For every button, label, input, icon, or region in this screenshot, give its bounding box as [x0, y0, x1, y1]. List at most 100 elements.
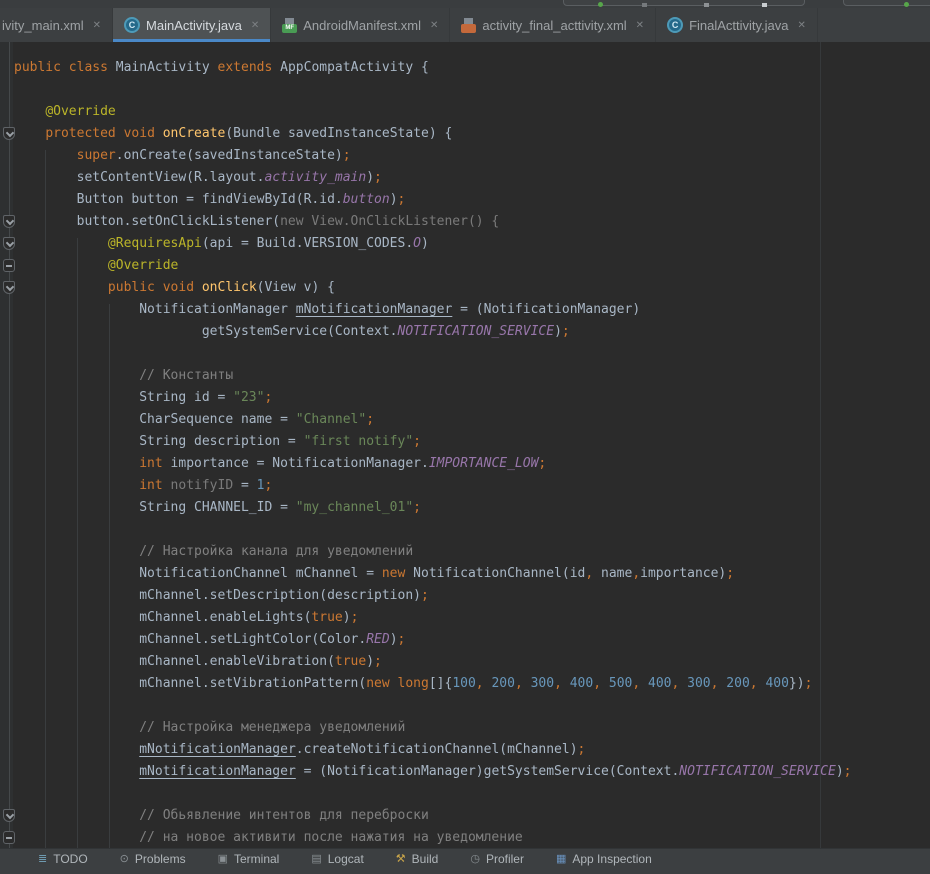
fold-open-icon[interactable]: [3, 281, 15, 294]
fold-open-icon[interactable]: [3, 237, 15, 250]
code-line-33: mNotificationManager = (NotificationMana…: [14, 761, 930, 783]
toolbar-tick-icon: [762, 3, 767, 7]
code-token: ): [390, 632, 398, 647]
run-configuration-widget[interactable]: [563, 0, 805, 6]
code-line-25: mChannel.setDescription(description);: [14, 585, 930, 607]
code-token: [14, 236, 108, 251]
code-token: String CHANNEL_ID =: [14, 500, 296, 515]
code-area[interactable]: public class MainActivity extends AppCom…: [14, 42, 930, 849]
code-token: []{: [429, 676, 452, 691]
close-icon[interactable]: ✕: [251, 20, 259, 31]
java-class-icon: C: [124, 17, 140, 33]
code-token: [523, 676, 531, 691]
code-line-21: String CHANNEL_ID = "my_channel_01";: [14, 497, 930, 519]
code-token: ;: [413, 500, 421, 515]
fold-open-icon[interactable]: [3, 809, 15, 822]
code-token: ,: [476, 676, 484, 691]
toolbar-tick-icon: [642, 3, 647, 7]
code-token: // Обьявление интентов для переброски: [14, 808, 429, 823]
code-token: 300: [687, 676, 710, 691]
code-token: NotificationManager: [14, 302, 296, 317]
code-token: class: [69, 60, 108, 75]
code-token: [14, 456, 139, 471]
file-band-shape: MF: [282, 24, 297, 33]
tab-label: FinalActtivity.java: [689, 18, 788, 33]
editor: public class MainActivity extends AppCom…: [0, 42, 930, 848]
tool-window-button-terminal[interactable]: ▣Terminal: [218, 852, 280, 866]
close-icon[interactable]: ✕: [430, 20, 438, 31]
code-token: "Channel": [296, 412, 366, 427]
code-token: NOTIFICATION_SERVICE: [398, 324, 555, 339]
code-token: ): [390, 192, 398, 207]
code-token: [14, 126, 45, 141]
tool-window-button-todo[interactable]: ≣TODO: [38, 852, 88, 866]
tool-window-button-logcat[interactable]: ▤Logcat: [311, 852, 363, 866]
code-token: 500: [609, 676, 632, 691]
tab-MainActivity.java[interactable]: CMainActivity.java✕: [113, 8, 271, 42]
code-line-15: // Константы: [14, 365, 930, 387]
code-token: ,: [632, 676, 640, 691]
code-token: mChannel.setDescription(description): [14, 588, 421, 603]
code-token: ;: [351, 610, 359, 625]
code-line-3: @Override: [14, 101, 930, 123]
code-token: @Override: [45, 104, 115, 119]
code-token: (Bundle savedInstanceState) {: [225, 126, 452, 141]
tab-FinalActtivity.java[interactable]: CFinalActtivity.java✕: [656, 8, 818, 42]
close-icon[interactable]: ✕: [93, 20, 101, 31]
code-line-30: [14, 695, 930, 717]
tab-ivity_main.xml[interactable]: ivity_main.xml ✕: [0, 8, 113, 42]
tab-activity_final_acttivity.xml[interactable]: activity_final_acttivity.xml✕: [450, 8, 656, 42]
tab-label: ivity_main.xml: [2, 18, 84, 33]
gutter-separator: [9, 42, 10, 848]
fold-open-icon[interactable]: [3, 127, 15, 140]
close-icon[interactable]: ✕: [636, 20, 644, 31]
code-token: new: [366, 676, 389, 691]
code-line-19: int importance = NotificationManager.IMP…: [14, 453, 930, 475]
tool-window-button-app-inspection[interactable]: ▦App Inspection: [556, 852, 652, 866]
code-token: onClick: [202, 280, 257, 295]
code-token: mChannel.setLightColor(Color.: [14, 632, 366, 647]
tool-window-label: App Inspection: [572, 852, 651, 866]
code-token: true: [311, 610, 342, 625]
code-token: ,: [632, 566, 640, 581]
tool-window-button-problems[interactable]: ⊙Problems: [120, 852, 186, 866]
code-token: ;: [538, 456, 546, 471]
code-token: CharSequence name =: [14, 412, 296, 427]
code-token: new: [382, 566, 405, 581]
code-token: MainActivity: [108, 60, 218, 75]
fold-closed-icon[interactable]: [3, 259, 15, 272]
code-token: ;: [343, 148, 351, 163]
code-token: NOTIFICATION_SERVICE: [679, 764, 836, 779]
code-line-18: String description = "first notify";: [14, 431, 930, 453]
code-line-7: Button button = findViewById(R.id.button…: [14, 189, 930, 211]
code-token: ;: [578, 742, 586, 757]
tool-window-button-profiler[interactable]: ◷Profiler: [470, 852, 524, 866]
code-line-16: String id = "23";: [14, 387, 930, 409]
tab-AndroidManifest.xml[interactable]: MFAndroidManifest.xml✕: [271, 8, 450, 42]
code-token: ;: [398, 632, 406, 647]
device-widget[interactable]: [843, 0, 930, 6]
code-token: [155, 280, 163, 295]
fold-open-icon[interactable]: [3, 215, 15, 228]
code-token: int: [139, 478, 162, 493]
code-token: ;: [398, 192, 406, 207]
code-token: (View v) {: [257, 280, 335, 295]
code-token: button.setOnClickListener(: [14, 214, 280, 229]
code-token: [155, 126, 163, 141]
code-line-8: button.setOnClickListener(new View.OnCli…: [14, 211, 930, 233]
code-token: NotificationChannel(id: [405, 566, 585, 581]
code-token: ): [366, 170, 374, 185]
fold-closed-icon[interactable]: [3, 831, 15, 844]
code-token: O: [413, 236, 421, 251]
code-token: getSystemService(Context.: [14, 324, 398, 339]
run-status-dot-icon: [598, 2, 603, 7]
code-token: ): [366, 654, 374, 669]
tool-window-label: Problems: [135, 852, 186, 866]
code-token: [14, 258, 108, 273]
code-line-11: public void onClick(View v) {: [14, 277, 930, 299]
code-token: [194, 280, 202, 295]
tool-window-button-build[interactable]: ⚒Build: [396, 852, 439, 866]
code-token: ): [421, 236, 429, 251]
code-line-6: setContentView(R.layout.activity_main);: [14, 167, 930, 189]
close-icon[interactable]: ✕: [798, 20, 806, 31]
